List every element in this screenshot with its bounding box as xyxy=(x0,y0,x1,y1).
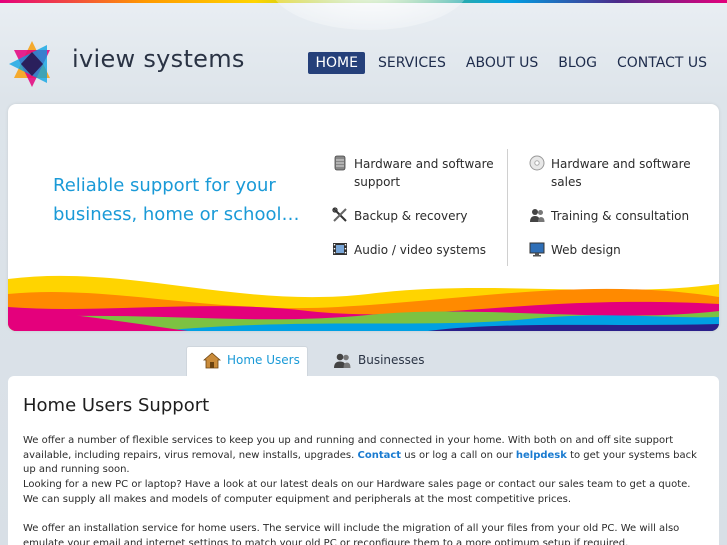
content-panel: Home Users Support We offer a number of … xyxy=(8,376,719,545)
hero-tagline: Reliable support for your business, home… xyxy=(53,171,313,229)
hero-panel: Reliable support for your business, home… xyxy=(8,104,719,331)
helpdesk-link[interactable]: helpdesk xyxy=(516,450,567,461)
tab-businesses[interactable]: Businesses xyxy=(330,347,430,377)
service-backup-recovery[interactable]: Backup & recovery xyxy=(332,207,502,227)
content-paragraph: Looking for a new PC or laptop? Have a l… xyxy=(23,479,691,505)
tab-label: Home Users xyxy=(227,353,300,367)
nav-contact-us[interactable]: CONTACT US xyxy=(610,52,714,74)
tab-home-users[interactable]: Home Users xyxy=(186,346,308,377)
service-label: Web design xyxy=(551,243,621,257)
service-hardware-support[interactable]: Hardware and software support xyxy=(332,155,502,191)
monitor-icon xyxy=(529,242,545,257)
logo-icon[interactable] xyxy=(7,40,57,88)
tab-label: Businesses xyxy=(358,353,425,367)
content-paragraph: We offer an installation service for hom… xyxy=(23,523,680,545)
disc-icon xyxy=(529,155,545,171)
service-label: Training & consultation xyxy=(551,209,690,223)
server-icon xyxy=(334,155,346,171)
service-audio-video[interactable]: Audio / video systems xyxy=(332,241,502,261)
paragraph-text: us or log a call on our xyxy=(401,449,516,461)
service-label: Hardware and software xyxy=(551,157,691,171)
service-divider xyxy=(507,149,508,266)
service-training[interactable]: Training & consultation xyxy=(529,207,709,227)
service-label: Audio / video systems xyxy=(354,243,487,257)
main-nav: HOME SERVICES ABOUT US BLOG CONTACT US xyxy=(302,52,714,74)
service-label: support xyxy=(354,175,401,189)
content-paragraph: We offer a number of flexible services t… xyxy=(23,434,708,478)
service-web-design[interactable]: Web design xyxy=(529,241,709,261)
service-label: Hardware and software xyxy=(354,157,494,171)
film-icon xyxy=(333,243,347,255)
service-label: Backup & recovery xyxy=(354,209,468,223)
service-label: sales xyxy=(551,175,582,189)
contact-link[interactable]: Contact xyxy=(358,450,402,461)
header-glow xyxy=(270,0,470,30)
users-icon xyxy=(334,353,351,368)
brand-name[interactable]: iview systems xyxy=(72,45,245,73)
people-icon xyxy=(530,209,545,222)
house-icon xyxy=(203,352,221,369)
hero-tagline-line2: business, home or school… xyxy=(53,204,300,225)
nav-home[interactable]: HOME xyxy=(308,52,365,74)
hero-tagline-line1: Reliable support for your xyxy=(53,175,276,196)
content-title: Home Users Support xyxy=(23,395,210,416)
rainbow-wave xyxy=(8,275,719,331)
tools-icon xyxy=(332,207,347,222)
nav-services[interactable]: SERVICES xyxy=(371,52,453,74)
nav-about-us[interactable]: ABOUT US xyxy=(459,52,545,74)
service-hardware-sales[interactable]: Hardware and software sales xyxy=(529,155,709,191)
nav-blog[interactable]: BLOG xyxy=(551,52,604,74)
